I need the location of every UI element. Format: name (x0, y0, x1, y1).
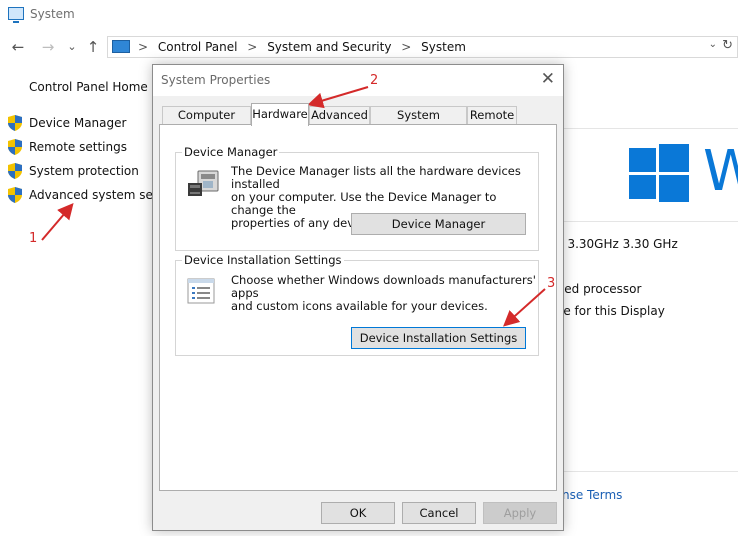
address-dropdown-icon[interactable]: ⌄ (709, 39, 717, 50)
breadcrumb-system-and-security[interactable]: System and Security (267, 40, 391, 54)
dialog-footer: OK Cancel Apply (153, 495, 563, 530)
tab-advanced[interactable]: Advanced (309, 106, 370, 125)
tab-hardware[interactable]: Hardware (251, 103, 309, 126)
tab-remote[interactable]: Remote (467, 106, 517, 125)
tab-computer-name[interactable]: Computer Name (162, 106, 251, 139)
annotation-arrow-1 (41, 202, 74, 241)
description-line: Choose whether Windows downloads manufac… (231, 273, 536, 300)
annotation-label-1: 1 (29, 231, 38, 246)
device-installation-description: Choose whether Windows downloads manufac… (231, 274, 538, 313)
hardware-tab-panel: Device Manager The Device Manager lists … (159, 124, 557, 491)
close-icon[interactable]: ✕ (541, 70, 555, 88)
navigation-bar: ← → ⌄ ↑ > Control Panel > System and Sec… (0, 36, 738, 58)
cancel-button[interactable]: Cancel (402, 502, 476, 524)
control-panel-home-link[interactable]: Control Panel Home (29, 80, 148, 94)
refresh-icon[interactable]: ↻ (722, 38, 733, 53)
shield-icon (8, 163, 22, 179)
device-installation-settings-button[interactable]: Device Installation Settings (351, 327, 526, 349)
tab-system-protection[interactable]: System Protection (370, 106, 467, 139)
screen: System ← → ⌄ ↑ > Control Panel > System … (0, 0, 738, 536)
dialog-titlebar: System Properties ✕ (153, 65, 563, 96)
window-title: System (30, 7, 75, 21)
annotation-label-3: 3 (547, 276, 556, 291)
device-manager-button[interactable]: Device Manager (351, 213, 526, 235)
shield-icon (8, 139, 22, 155)
recent-locations-chevron-icon[interactable]: ⌄ (63, 37, 81, 57)
device-installation-group-label: Device Installation Settings (182, 253, 344, 267)
address-bar[interactable]: > Control Panel > System and Security > … (107, 36, 738, 58)
system-properties-dialog: System Properties ✕ Computer Name Hardwa… (152, 64, 564, 531)
windows-logo-icon (629, 144, 689, 202)
divider (564, 471, 738, 472)
breadcrumb-control-panel[interactable]: Control Panel (158, 40, 238, 54)
device-installation-group: Device Installation Settings Choose whet… (175, 253, 539, 356)
shield-icon (8, 187, 22, 203)
dialog-title: System Properties (161, 73, 271, 87)
ok-button[interactable]: OK (321, 502, 395, 524)
annotation-label-2: 2 (370, 73, 379, 88)
divider (564, 221, 738, 222)
sidebar-item-label: Device Manager (29, 116, 127, 130)
forward-arrow-icon[interactable]: → (39, 37, 57, 57)
system-type-value: sed processor (558, 282, 642, 296)
shield-icon (8, 115, 22, 131)
processor-speed-value: 0 3.30GHz 3.30 GHz (556, 237, 678, 251)
up-arrow-icon[interactable]: ↑ (84, 37, 102, 57)
window-titlebar: System (0, 0, 738, 30)
breadcrumb-system[interactable]: System (421, 40, 466, 54)
device-manager-group: Device Manager The Device Manager lists … (175, 145, 539, 251)
divider (564, 128, 738, 129)
device-manager-group-label: Device Manager (182, 145, 280, 159)
apply-button[interactable]: Apply (483, 502, 557, 524)
back-arrow-icon[interactable]: ← (9, 37, 27, 57)
device-manager-icon (188, 170, 219, 196)
breadcrumb-separator: > (247, 40, 258, 54)
description-line: The Device Manager lists all the hardwar… (231, 164, 521, 191)
breadcrumb-separator: > (401, 40, 412, 54)
sidebar-item-label: System protection (29, 164, 139, 178)
device-installation-icon (187, 278, 215, 304)
breadcrumb: > Control Panel > System and Security > … (138, 40, 472, 54)
system-window-icon (8, 7, 24, 23)
pen-touch-value: le for this Display (560, 304, 665, 318)
control-panel-icon (112, 40, 130, 53)
breadcrumb-separator: > (138, 40, 149, 54)
license-terms-link[interactable]: nse Terms (562, 488, 622, 502)
description-line: and custom icons available for your devi… (231, 299, 488, 313)
windows-logo-text: W (703, 139, 738, 204)
sidebar-item-label: Remote settings (29, 140, 127, 154)
